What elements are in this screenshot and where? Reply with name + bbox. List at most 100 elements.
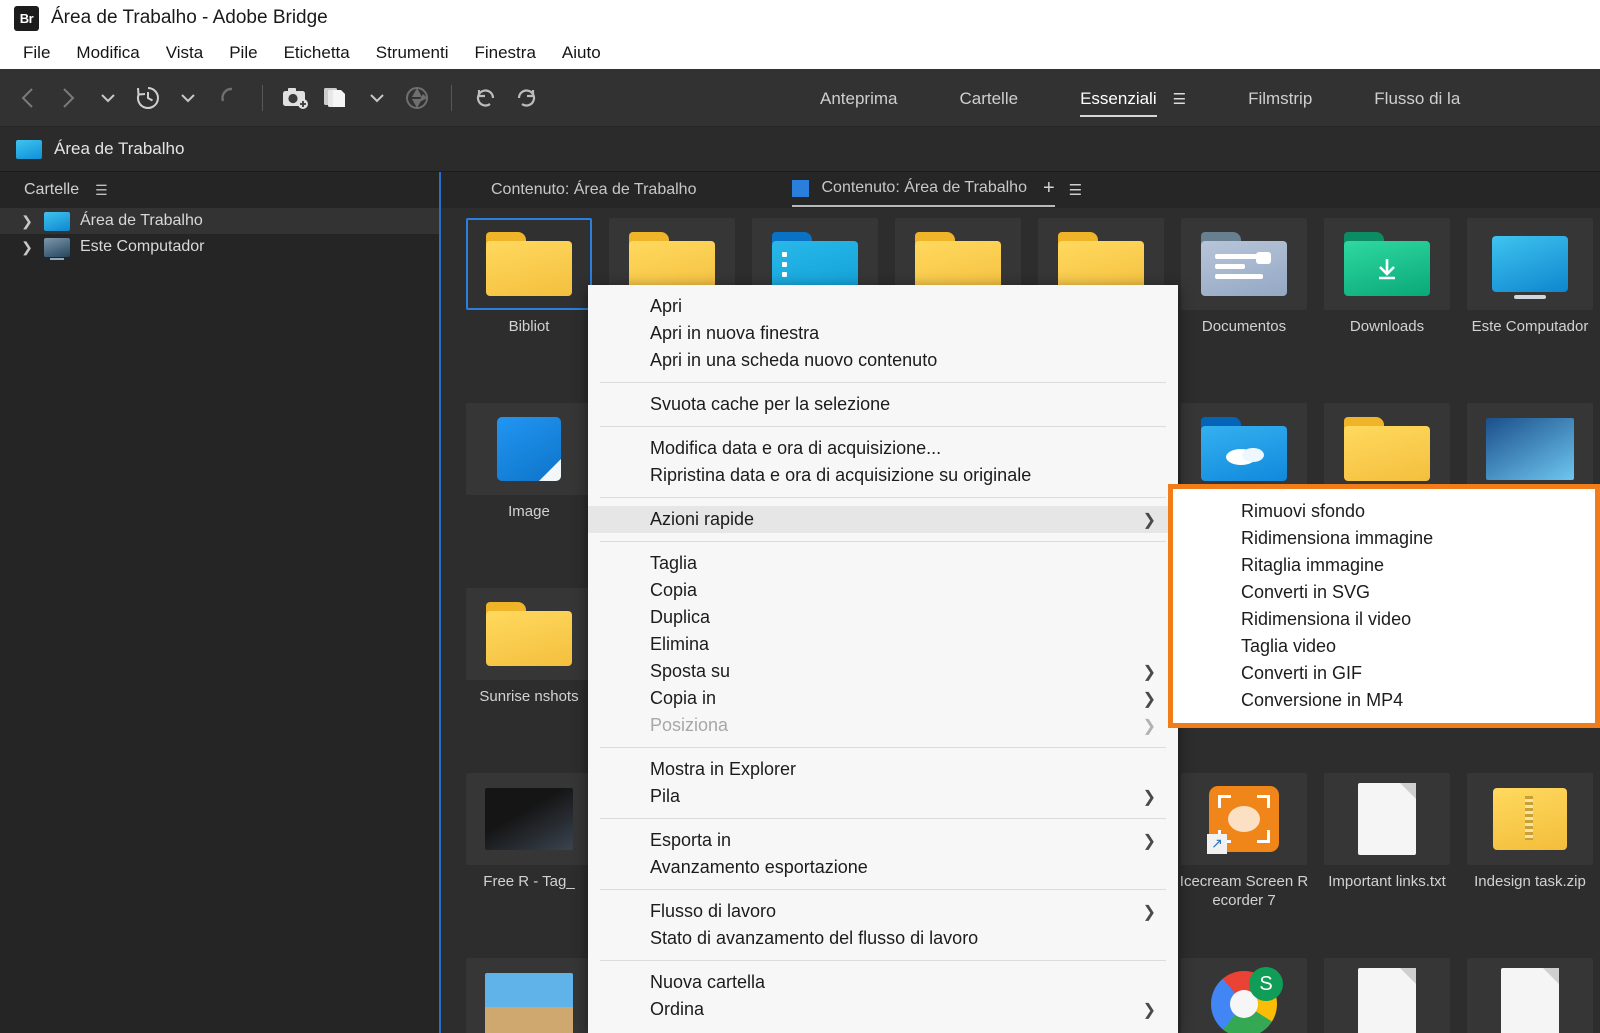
context-menu-item[interactable]: Svuota cache per la selezione	[588, 391, 1178, 418]
context-menu-item[interactable]: Taglia	[588, 550, 1178, 577]
menu-item-vista[interactable]: Vista	[153, 40, 217, 66]
context-menu-item[interactable]: Ordina ❯	[588, 996, 1178, 1023]
menu-item-modifica[interactable]: Modifica	[63, 40, 152, 66]
recent-history-chevron-icon[interactable]	[168, 76, 208, 120]
thumbnail[interactable]: S	[1181, 958, 1307, 1033]
open-in-camera-raw-icon[interactable]	[397, 76, 437, 120]
context-menu-item[interactable]: Pila ❯	[588, 783, 1178, 810]
hamburger-icon[interactable]: ☰	[1069, 181, 1082, 199]
chevron-right-icon[interactable]: ❯	[20, 239, 34, 256]
content-item[interactable]: Important links.txt	[1317, 773, 1457, 958]
context-menu-item[interactable]: Copia in ❯	[588, 685, 1178, 712]
content-item[interactable]: Este Computador	[1460, 218, 1600, 403]
thumbnail[interactable]	[1181, 218, 1307, 310]
context-menu-item[interactable]: Elimina	[588, 631, 1178, 658]
forward-arrow-icon[interactable]	[48, 76, 88, 120]
content-item[interactable]	[1460, 958, 1600, 1033]
content-item[interactable]: S	[1174, 958, 1314, 1033]
toolbar-divider	[262, 84, 263, 111]
get-photos-from-camera-icon[interactable]	[277, 76, 317, 120]
context-menu-item[interactable]: Modifica data e ora di acquisizione...	[588, 435, 1178, 462]
back-arrow-icon[interactable]	[8, 76, 48, 120]
folders-panel-header: Cartelle ☰	[0, 172, 439, 208]
batch-rename-chevron-icon[interactable]	[357, 76, 397, 120]
menu-item-aiuto[interactable]: Aiuto	[549, 40, 614, 66]
content-item[interactable]: Sunrise nshots	[459, 588, 599, 773]
tree-item-desktop[interactable]: ❯ Área de Trabalho	[0, 208, 439, 234]
thumbnail[interactable]	[1324, 773, 1450, 865]
content-item[interactable]: Indesign task.zip	[1460, 773, 1600, 958]
quick-action-item[interactable]: Conversione in MP4	[1173, 687, 1595, 714]
tab-content-inactive[interactable]: Contenuto: Área de Trabalho	[491, 181, 696, 199]
refresh-icon[interactable]	[208, 76, 248, 120]
tree-item-this-computer[interactable]: ❯ Este Computador	[0, 234, 439, 260]
workspace-flusso-di-la[interactable]: Flusso di la	[1374, 73, 1460, 123]
context-menu-item[interactable]: Sposta su ❯	[588, 658, 1178, 685]
batch-rename-icon[interactable]	[317, 76, 357, 120]
context-menu-item[interactable]: Apri in una scheda nuovo contenuto	[588, 347, 1178, 374]
thumbnail[interactable]	[466, 588, 592, 680]
quick-action-item[interactable]: Ritaglia immagine	[1173, 552, 1595, 579]
content-item[interactable]: Free R - Tag_	[459, 773, 599, 958]
content-item[interactable]: Downloads	[1317, 218, 1457, 403]
thumbnail[interactable]	[466, 403, 592, 495]
workspace-filmstrip[interactable]: Filmstrip	[1248, 73, 1312, 123]
menu-item-finestra[interactable]: Finestra	[461, 40, 548, 66]
context-menu-item[interactable]: Copia	[588, 577, 1178, 604]
plus-icon[interactable]: +	[1043, 177, 1055, 200]
context-menu-item[interactable]: Duplica	[588, 604, 1178, 631]
context-menu-item[interactable]: Flusso di lavoro ❯	[588, 898, 1178, 925]
quick-action-item[interactable]: Converti in SVG	[1173, 579, 1595, 606]
context-menu-item[interactable]: Ripristina data e ora di acquisizione su…	[588, 462, 1178, 489]
content-item[interactable]: Image	[459, 403, 599, 588]
rotate-counterclockwise-icon[interactable]	[466, 76, 506, 120]
content-item[interactable]	[1317, 958, 1457, 1033]
content-item[interactable]: ↗ Icecream Screen Recorder 7	[1174, 773, 1314, 958]
content-item[interactable]	[459, 958, 599, 1033]
context-menu-item[interactable]: Apri in nuova finestra	[588, 320, 1178, 347]
window-title: Área de Trabalho - Adobe Bridge	[51, 7, 328, 28]
thumbnail[interactable]	[1467, 773, 1593, 865]
thumbnail[interactable]	[1467, 958, 1593, 1033]
chevron-down-icon[interactable]	[88, 76, 128, 120]
context-menu-item[interactable]: Nuova cartella	[588, 969, 1178, 996]
thumbnail[interactable]	[1467, 218, 1593, 310]
context-menu-item[interactable]: Apri	[588, 293, 1178, 320]
quick-action-item[interactable]: Taglia video	[1173, 633, 1595, 660]
workspace-essenziali[interactable]: Essenziali ☰	[1080, 73, 1186, 123]
menu-item-strumenti[interactable]: Strumenti	[363, 40, 462, 66]
menu-item-etichetta[interactable]: Etichetta	[271, 40, 363, 66]
quick-action-item[interactable]: Converti in GIF	[1173, 660, 1595, 687]
thumbnail[interactable]	[1181, 403, 1307, 495]
chevron-right-icon[interactable]: ❯	[20, 213, 34, 230]
context-menu-item[interactable]: Stato di avanzamento del flusso di lavor…	[588, 925, 1178, 952]
thumbnail[interactable]	[1324, 958, 1450, 1033]
workspace-cartelle[interactable]: Cartelle	[959, 73, 1018, 123]
thumbnail[interactable]: ↗	[1181, 773, 1307, 865]
menu-item-pile[interactable]: Pile	[216, 40, 270, 66]
context-menu-item[interactable]: Esporta in ❯	[588, 827, 1178, 854]
quick-action-item[interactable]: Ridimensiona immagine	[1173, 525, 1595, 552]
recent-history-icon[interactable]	[128, 76, 168, 120]
hamburger-icon[interactable]: ☰	[1173, 91, 1186, 108]
context-menu-item-label: Elimina	[650, 634, 710, 654]
hamburger-icon[interactable]: ☰	[95, 182, 108, 199]
context-menu-item[interactable]: Avanzamento esportazione	[588, 854, 1178, 881]
quick-action-item[interactable]: Rimuovi sfondo	[1173, 498, 1595, 525]
context-menu-item[interactable]: Mostra in Explorer	[588, 756, 1178, 783]
content-item[interactable]: Bibliot	[459, 218, 599, 403]
workspace-anteprima[interactable]: Anteprima	[820, 73, 897, 123]
thumbnail[interactable]	[466, 773, 592, 865]
thumbnail[interactable]	[1324, 218, 1450, 310]
menu-item-file[interactable]: File	[10, 40, 63, 66]
thumbnail[interactable]	[1467, 403, 1593, 495]
thumbnail[interactable]	[466, 218, 592, 310]
content-item[interactable]: Documentos	[1174, 218, 1314, 403]
tab-content-active[interactable]: Contenuto: Área de Trabalho +	[792, 173, 1055, 207]
rotate-clockwise-icon[interactable]	[506, 76, 546, 120]
zip-folder-icon-icon	[1493, 788, 1567, 850]
thumbnail[interactable]	[1324, 403, 1450, 495]
quick-action-item[interactable]: Ridimensiona il video	[1173, 606, 1595, 633]
context-menu-item[interactable]: Azioni rapide ❯	[588, 506, 1178, 533]
thumbnail[interactable]	[466, 958, 592, 1033]
